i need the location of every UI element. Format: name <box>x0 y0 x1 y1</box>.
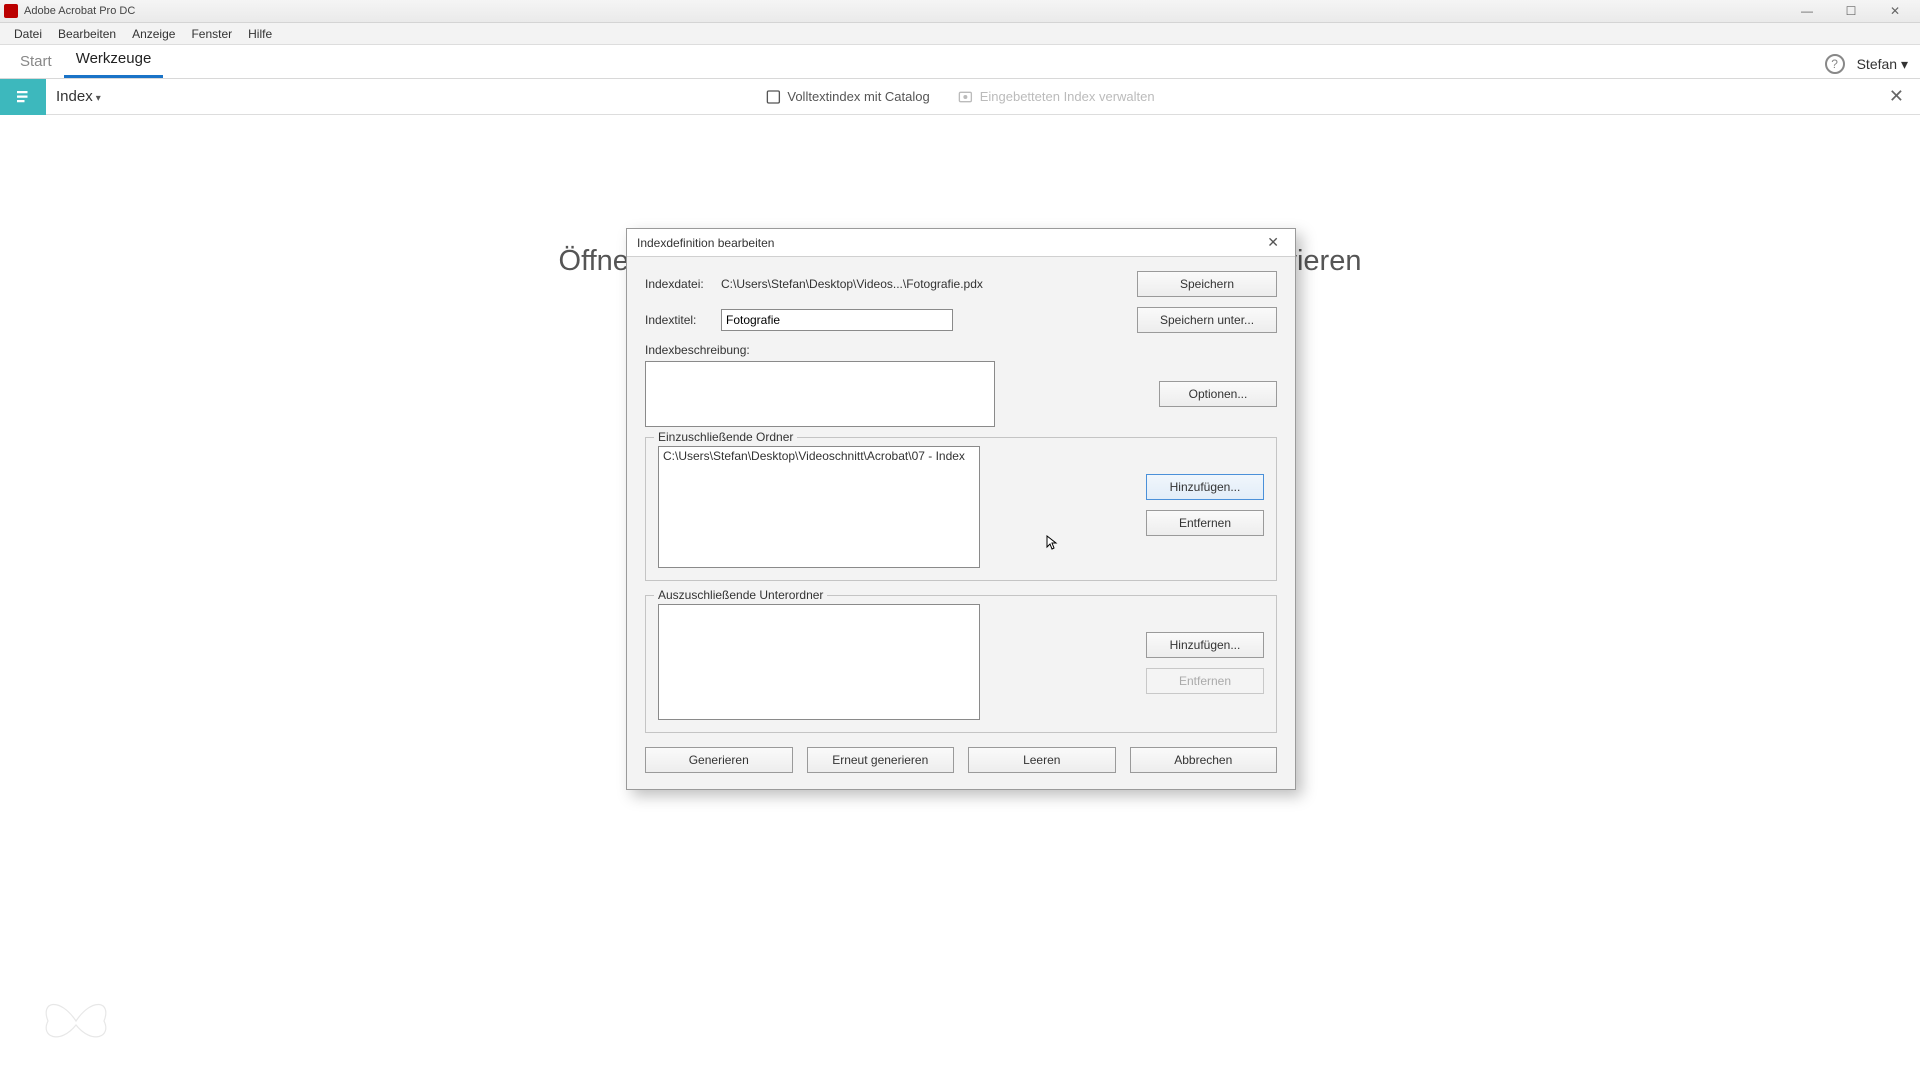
include-folder-item[interactable]: C:\Users\Stefan\Desktop\Videoschnitt\Acr… <box>663 449 975 463</box>
leeren-button[interactable]: Leeren <box>968 747 1116 773</box>
help-icon[interactable]: ? <box>1825 54 1845 74</box>
tab-werkzeuge[interactable]: Werkzeuge <box>64 44 164 78</box>
exclude-entfernen-button: Entfernen <box>1146 668 1264 694</box>
exclude-folders-listbox[interactable] <box>658 604 980 720</box>
speichern-button[interactable]: Speichern <box>1137 271 1277 297</box>
close-window-button[interactable]: ✕ <box>1874 1 1916 21</box>
dialog-body: Indexdatei: C:\Users\Stefan\Desktop\Vide… <box>627 257 1295 789</box>
indexdatei-path: C:\Users\Stefan\Desktop\Videos...\Fotogr… <box>721 277 1127 291</box>
exclude-folders-fieldset: Auszuschließende Unterordner Hinzufügen.… <box>645 595 1277 733</box>
user-menu[interactable]: Stefan ▾ <box>1857 56 1908 73</box>
include-folders-legend: Einzuschließende Ordner <box>654 430 797 444</box>
beschreibung-sidecol: Optionen... <box>1159 361 1277 427</box>
include-entfernen-button[interactable]: Entfernen <box>1146 510 1264 536</box>
include-buttons-col: Hinzufügen... Entfernen <box>1146 446 1264 536</box>
indexbeschreibung-label: Indexbeschreibung: <box>645 343 1277 357</box>
menu-datei[interactable]: Datei <box>6 27 50 41</box>
tab-start[interactable]: Start <box>8 47 64 78</box>
catalog-icon <box>765 89 781 105</box>
tool-center-actions: Volltextindex mit Catalog Eingebetteten … <box>765 89 1154 105</box>
menu-anzeige[interactable]: Anzeige <box>124 27 183 41</box>
dialog-close-button[interactable]: ✕ <box>1261 232 1285 253</box>
butterfly-decoration-icon <box>36 986 116 1056</box>
titlebar: Adobe Acrobat Pro DC — ☐ ✕ <box>0 0 1920 23</box>
index-dropdown[interactable]: Index <box>46 88 105 105</box>
tab-row: Start Werkzeuge ? Stefan ▾ <box>0 45 1920 79</box>
indextitel-label: Indextitel: <box>645 313 711 327</box>
dialog-bottom-row: Generieren Erneut generieren Leeren Abbr… <box>645 747 1277 773</box>
row-indexdatei: Indexdatei: C:\Users\Stefan\Desktop\Vide… <box>645 271 1277 297</box>
acrobat-logo-icon <box>4 4 18 18</box>
speichern-unter-button[interactable]: Speichern unter... <box>1137 307 1277 333</box>
manage-embedded-index-label: Eingebetteten Index verwalten <box>980 89 1155 104</box>
close-tool-button[interactable]: ✕ <box>1873 86 1920 107</box>
erneut-generieren-button[interactable]: Erneut generieren <box>807 747 955 773</box>
window-controls: — ☐ ✕ <box>1786 1 1916 21</box>
exclude-buttons-col: Hinzufügen... Entfernen <box>1146 604 1264 694</box>
embedded-index-icon <box>958 89 974 105</box>
minimize-button[interactable]: — <box>1786 1 1828 21</box>
menu-fenster[interactable]: Fenster <box>183 27 240 41</box>
generieren-button[interactable]: Generieren <box>645 747 793 773</box>
include-folders-fieldset: Einzuschließende Ordner C:\Users\Stefan\… <box>645 437 1277 581</box>
dialog-titlebar: Indexdefinition bearbeiten ✕ <box>627 229 1295 257</box>
fulltext-catalog-action[interactable]: Volltextindex mit Catalog <box>765 89 929 105</box>
maximize-button[interactable]: ☐ <box>1830 1 1872 21</box>
fulltext-catalog-label: Volltextindex mit Catalog <box>787 89 929 104</box>
dialog-title-label: Indexdefinition bearbeiten <box>637 236 774 250</box>
exclude-hinzufuegen-button[interactable]: Hinzufügen... <box>1146 632 1264 658</box>
include-hinzufuegen-button[interactable]: Hinzufügen... <box>1146 474 1264 500</box>
index-definition-dialog: Indexdefinition bearbeiten ✕ Indexdatei:… <box>626 228 1296 790</box>
abbrechen-button[interactable]: Abbrechen <box>1130 747 1278 773</box>
index-tool-icon[interactable] <box>0 79 46 115</box>
exclude-folders-legend: Auszuschließende Unterordner <box>654 588 827 602</box>
row-indexbeschreibung: Optionen... <box>645 361 1277 427</box>
exclude-folders-inner: Hinzufügen... Entfernen <box>658 604 1264 720</box>
indextitel-input[interactable] <box>721 309 953 331</box>
menu-hilfe[interactable]: Hilfe <box>240 27 280 41</box>
include-folders-inner: C:\Users\Stefan\Desktop\Videoschnitt\Acr… <box>658 446 1264 568</box>
include-folders-listbox[interactable]: C:\Users\Stefan\Desktop\Videoschnitt\Acr… <box>658 446 980 568</box>
optionen-button[interactable]: Optionen... <box>1159 381 1277 407</box>
indexdatei-label: Indexdatei: <box>645 277 711 291</box>
manage-embedded-index-action: Eingebetteten Index verwalten <box>958 89 1155 105</box>
menu-bearbeiten[interactable]: Bearbeiten <box>50 27 124 41</box>
row-indextitel: Indextitel: Speichern unter... <box>645 307 1277 333</box>
tool-subbar: Index Volltextindex mit Catalog Eingebet… <box>0 79 1920 115</box>
window-title: Adobe Acrobat Pro DC <box>24 5 1786 17</box>
user-name-label: Stefan <box>1857 56 1897 72</box>
tab-right-area: ? Stefan ▾ <box>1825 54 1920 78</box>
menubar: Datei Bearbeiten Anzeige Fenster Hilfe <box>0 23 1920 45</box>
indexbeschreibung-textarea[interactable] <box>645 361 995 427</box>
